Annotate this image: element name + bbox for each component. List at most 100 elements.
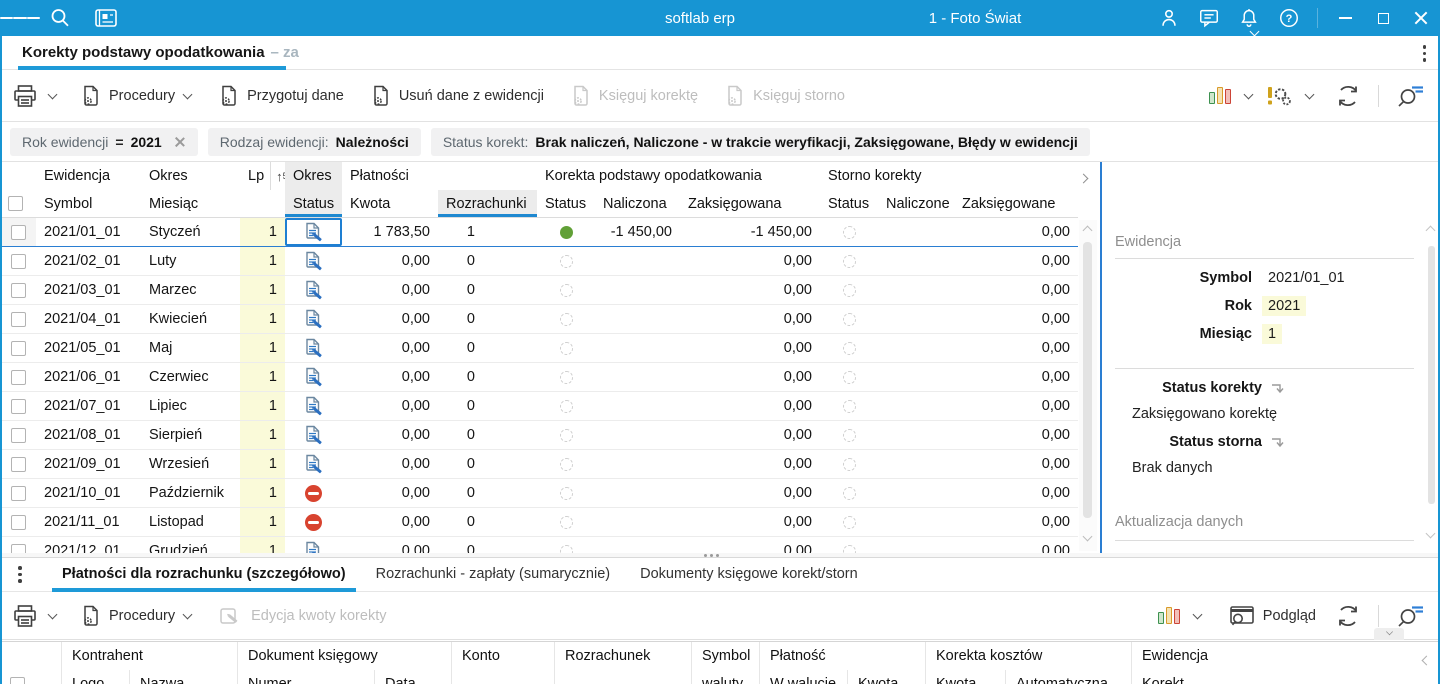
cell-korekta-status[interactable] <box>537 276 595 304</box>
cell-lp[interactable]: 1 <box>240 450 285 478</box>
cell-zaksiegowana[interactable]: 0,00 <box>680 508 820 536</box>
table-row[interactable]: 2021/10_01 Październik 1 0,00 0 0,00 0,00 <box>0 479 1078 508</box>
search-filter-icon[interactable] <box>1396 84 1424 108</box>
panel-scroll-down-icon[interactable] <box>1426 530 1435 539</box>
table-row[interactable]: 2021/09_01 Wrzesień 1 0,00 0 0,00 0,00 <box>0 450 1078 479</box>
cell-rozrachunki[interactable]: 0 <box>438 392 537 420</box>
header-kontrahent[interactable]: Kontrahent <box>62 642 238 670</box>
cell-rozrachunki[interactable]: 0 <box>438 305 537 333</box>
cell-okres-status[interactable] <box>285 421 342 449</box>
cell-okres-status[interactable] <box>285 363 342 391</box>
cell-zaksiegowana[interactable]: 0,00 <box>680 479 820 507</box>
cell-zaksiegowane[interactable]: 0,00 <box>954 479 1078 507</box>
cell-rozrachunki[interactable]: 0 <box>438 450 537 478</box>
cell-okres-status[interactable] <box>285 305 342 333</box>
cell-symbol[interactable]: 2021/04_01 <box>36 305 141 333</box>
cell-kwota[interactable]: 0,00 <box>342 363 438 391</box>
tab-korekty[interactable]: Korekty podstawy opodatkowania – za <box>22 36 299 69</box>
cell-naliczone[interactable] <box>878 479 954 507</box>
cell-okres-status[interactable] <box>285 392 342 420</box>
cell-zaksiegowane[interactable]: 0,00 <box>954 508 1078 536</box>
cell-kwota[interactable]: 0,00 <box>342 450 438 478</box>
bottom-procedury-button[interactable]: Procedury <box>81 605 192 627</box>
cell-storno-status[interactable] <box>820 334 878 362</box>
cell-naliczona[interactable] <box>595 392 680 420</box>
cell-kwota[interactable]: 0,00 <box>342 247 438 275</box>
cell-storno-status[interactable] <box>820 363 878 391</box>
cell-naliczona[interactable] <box>595 421 680 449</box>
cell-symbol[interactable]: 2021/11_01 <box>36 508 141 536</box>
scroll-up-icon[interactable] <box>1083 224 1092 233</box>
table-row[interactable]: 2021/01_01 Styczeń 1 1 783,50 1 -1 450,00 -1 … <box>0 218 1078 247</box>
cell-symbol[interactable]: 2021/07_01 <box>36 392 141 420</box>
cell-month[interactable]: Luty <box>141 247 240 275</box>
header-ewidencja[interactable]: Ewidencja <box>36 162 141 190</box>
cell-korekta-status[interactable] <box>537 537 595 553</box>
header-korekta-podstawy[interactable]: Korekta podstawy opodatkowania <box>537 162 820 190</box>
cell-zaksiegowana[interactable]: 0,00 <box>680 537 820 553</box>
expand-panel-icon[interactable] <box>1081 174 1090 183</box>
header-status-okres[interactable]: Status <box>285 190 342 217</box>
cell-naliczone[interactable] <box>878 276 954 304</box>
chart-icon[interactable] <box>1209 87 1231 104</box>
panel-scroll-up-icon[interactable] <box>1426 224 1435 233</box>
header-storno-korekty[interactable]: Storno korekty <box>820 162 1078 190</box>
splitter-handle[interactable] <box>702 553 720 557</box>
company-selector[interactable]: 1 - Foto Świat <box>850 10 1100 27</box>
cell-naliczone[interactable] <box>878 508 954 536</box>
cell-zaksiegowane[interactable]: 0,00 <box>954 334 1078 362</box>
cell-okres-status[interactable] <box>285 537 342 553</box>
filter-chip-status[interactable]: Status korekt: Brak naliczeń, Naliczone … <box>430 127 1090 156</box>
cell-storno-status[interactable] <box>820 305 878 333</box>
hamburger-menu-icon[interactable] <box>0 0 40 36</box>
refresh-icon[interactable] <box>1335 84 1361 108</box>
cell-zaksiegowana[interactable]: 0,00 <box>680 450 820 478</box>
cell-lp[interactable]: 1 <box>240 218 285 246</box>
header-okres-status-group[interactable]: Okres <box>285 162 342 190</box>
goto-arrow-icon[interactable] <box>1270 382 1286 396</box>
row-checkbox[interactable] <box>10 340 26 356</box>
bottom-tabs-menu-icon[interactable] <box>18 566 22 583</box>
header-status-storna[interactable]: Status <box>820 190 878 217</box>
cell-kwota[interactable]: 1 783,50 <box>342 218 438 246</box>
cell-naliczona[interactable] <box>595 305 680 333</box>
cell-kwota[interactable]: 0,00 <box>342 537 438 553</box>
cell-lp[interactable]: 1 <box>240 508 285 536</box>
cell-rozrachunki[interactable]: 0 <box>438 276 537 304</box>
cell-month[interactable]: Kwiecień <box>141 305 240 333</box>
row-checkbox[interactable] <box>10 398 26 414</box>
cell-storno-status[interactable] <box>820 421 878 449</box>
cell-lp[interactable]: 1 <box>240 334 285 362</box>
header-nazwa[interactable]: Nazwa <box>130 670 238 684</box>
cell-naliczona[interactable] <box>595 479 680 507</box>
news-icon[interactable] <box>86 0 126 36</box>
cell-rozrachunki[interactable]: 0 <box>438 247 537 275</box>
cell-zaksiegowane[interactable]: 0,00 <box>954 450 1078 478</box>
cell-month[interactable]: Czerwiec <box>141 363 240 391</box>
cell-naliczone[interactable] <box>878 247 954 275</box>
cell-symbol[interactable]: 2021/08_01 <box>36 421 141 449</box>
alerts-chevron-icon[interactable] <box>1305 91 1314 100</box>
header-automatyczna[interactable]: Automatyczna <box>1006 670 1132 684</box>
tab-rozrachunki-zaplaty[interactable]: Rozrachunki - zapłaty (sumarycznie) <box>366 558 621 592</box>
notifications-bell-icon[interactable] <box>1229 0 1269 36</box>
row-checkbox[interactable] <box>10 282 26 298</box>
cell-storno-status[interactable] <box>820 479 878 507</box>
header-korekta-kosztow[interactable]: Korekta kosztów <box>926 642 1132 670</box>
cell-month[interactable]: Listopad <box>141 508 240 536</box>
table-row[interactable]: 2021/11_01 Listopad 1 0,00 0 0,00 0,00 <box>0 508 1078 537</box>
header-kwota[interactable]: Kwota <box>342 190 438 217</box>
row-checkbox[interactable] <box>10 253 26 269</box>
cell-rozrachunki[interactable]: 0 <box>438 334 537 362</box>
cell-naliczona[interactable] <box>595 508 680 536</box>
header-logo[interactable]: Logo <box>62 670 130 684</box>
cell-kwota[interactable]: 0,00 <box>342 305 438 333</box>
cell-storno-status[interactable] <box>820 276 878 304</box>
cell-month[interactable]: Marzec <box>141 276 240 304</box>
cell-rozrachunki[interactable]: 0 <box>438 363 537 391</box>
maximize-button[interactable] <box>1364 0 1402 36</box>
cell-korekta-status[interactable] <box>537 421 595 449</box>
header-rozrachunek[interactable]: Rozrachunek <box>555 642 692 670</box>
header-ewidencja-bottom[interactable]: Ewidencja <box>1132 642 1410 670</box>
row-checkbox[interactable] <box>10 427 26 443</box>
